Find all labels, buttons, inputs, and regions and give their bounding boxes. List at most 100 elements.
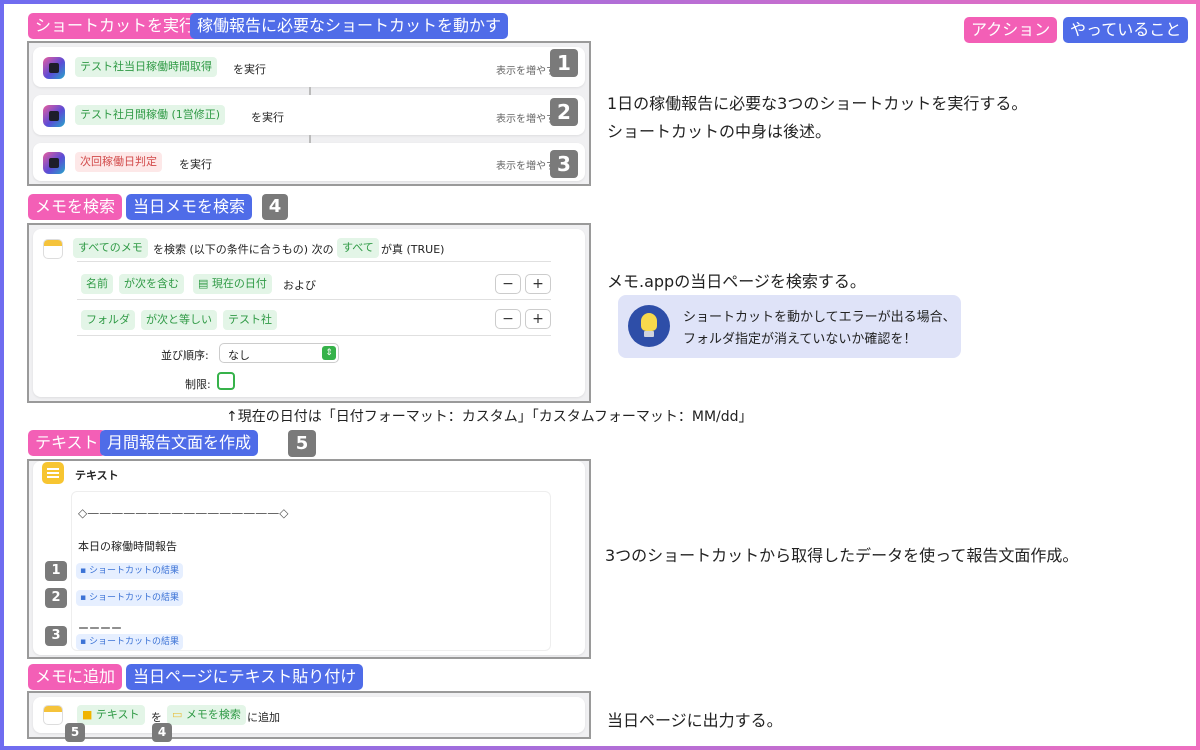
limit-toggle[interactable]: [217, 372, 235, 390]
text-action[interactable]: テキスト ◇————————————————◇ 本日の稼働時間報告 ▪ ショート…: [33, 461, 585, 655]
append-note-panel: ■ テキスト を ▭ メモを検索 に追加: [27, 691, 591, 739]
current-date-label: 現在の日付: [211, 277, 267, 290]
shortcut-result-token[interactable]: ▪ ショートカットの結果: [76, 590, 183, 606]
section1-title: 稼働報告に必要なショートカットを動かす: [190, 13, 509, 39]
token-number-4: 4: [152, 723, 172, 742]
run-shortcuts-panel: テスト社当日稼働時間取得 を実行 表示を増やす テスト社月間稼働 (1営修正) …: [27, 41, 591, 186]
sort-order-label: 並び順序:: [161, 349, 209, 362]
remove-condition-button[interactable]: −: [495, 274, 521, 294]
run-shortcut-action-1[interactable]: テスト社当日稼働時間取得 を実行 表示を増やす: [33, 47, 585, 87]
chevron-updown-icon: ⇕: [322, 346, 336, 360]
section2-action-tag: メモを検索: [28, 194, 123, 220]
run-label: を実行: [233, 63, 266, 76]
shortcut-name-chip[interactable]: テスト社当日稼働時間取得: [75, 57, 217, 77]
section1-action-tag: ショートカットを実行: [28, 13, 203, 39]
section4-description: 当日ページに出力する。: [607, 711, 783, 730]
notes-small-icon: ▭: [172, 708, 186, 721]
section3-action-tag: テキスト: [28, 430, 106, 456]
condition-folder-chip[interactable]: フォルダ: [81, 310, 135, 330]
all-notes-chip[interactable]: すべてのメモ: [73, 238, 148, 258]
shortcut-result-token[interactable]: ▪ ショートカットの結果: [76, 563, 183, 579]
text-action-header: テキスト: [75, 469, 119, 482]
section1-description-2: ショートカットの中身は後述。: [607, 122, 832, 141]
text-app-icon: [42, 462, 64, 484]
sort-order-value: なし: [228, 349, 250, 362]
add-condition-button[interactable]: +: [525, 309, 551, 329]
add-condition-button[interactable]: +: [525, 274, 551, 294]
separator-line-text: ◇————————————————◇: [78, 506, 289, 520]
shortcuts-small-icon: ▪: [80, 566, 89, 576]
divider: [77, 299, 551, 300]
shortcut-name-chip[interactable]: 次回稼働日判定: [75, 152, 162, 172]
section3-description: 3つのショートカットから取得したデータを使って報告文面作成。: [605, 546, 1079, 565]
remove-condition-button[interactable]: −: [495, 309, 521, 329]
find-notes-variable-chip[interactable]: ▭ メモを検索: [167, 705, 246, 725]
shortcut-result-label: ショートカットの結果: [88, 593, 179, 603]
token-number-2: 2: [45, 588, 67, 608]
section4-action-tag: メモに追加: [28, 664, 123, 690]
tip-line-1: ショートカットを動かしてエラーが出る場合、: [683, 310, 956, 325]
run-label: を実行: [251, 111, 284, 124]
lightbulb-icon: [628, 305, 670, 347]
legend-doing: やっていること: [1063, 17, 1189, 43]
current-date-chip[interactable]: ▤ 現在の日付: [193, 274, 272, 294]
divider: [77, 335, 551, 336]
shortcuts-app-icon: [43, 57, 65, 79]
step-number-5: 5: [288, 430, 316, 457]
show-more-link[interactable]: 表示を増やす: [496, 157, 556, 172]
shortcuts-app-icon: [43, 152, 65, 174]
shortcut-result-token[interactable]: ▪ ショートカットの結果: [76, 634, 183, 650]
notes-app-icon: [43, 239, 63, 259]
shortcut-result-label: ショートカットの結果: [88, 566, 179, 576]
tip-line-2: フォルダ指定が消えていないか確認を！: [683, 332, 917, 347]
shortcuts-small-icon: ▪: [80, 637, 89, 647]
and-text: および: [283, 279, 316, 292]
condition-operator-chip[interactable]: が次を含む: [119, 274, 184, 294]
run-label: を実行: [179, 158, 212, 171]
text-variable-chip[interactable]: ■ テキスト: [77, 705, 145, 725]
section3-title: 月間報告文面を作成: [100, 430, 259, 456]
shortcuts-small-icon: ▪: [80, 593, 89, 603]
text-panel: テキスト ◇————————————————◇ 本日の稼働時間報告 ▪ ショート…: [27, 459, 591, 659]
token-number-5: 5: [65, 723, 85, 742]
sort-order-select[interactable]: なし ⇕: [219, 343, 339, 363]
is-true-text: が真 (TRUE): [381, 243, 445, 256]
shortcut-name-chip[interactable]: テスト社月間稼働 (1営修正): [75, 105, 226, 125]
append-text: に追加: [247, 711, 280, 724]
report-heading: 本日の稼働時間報告: [78, 540, 177, 553]
token-number-1: 1: [45, 561, 67, 581]
shortcuts-app-icon: [43, 105, 65, 127]
find-notes-action[interactable]: すべてのメモ を検索 (以下の条件に合うもの) 次の すべて が真 (TRUE)…: [33, 229, 585, 397]
text-small-icon: ■: [82, 708, 96, 721]
step-number-3: 3: [550, 150, 578, 178]
divider: [77, 261, 551, 262]
notes-app-icon: [43, 705, 63, 725]
append-to-note-action[interactable]: ■ テキスト を ▭ メモを検索 に追加: [33, 697, 585, 733]
section2-title: 当日メモを検索: [126, 194, 253, 220]
date-format-note: ↑現在の日付は「日付フォーマット：カスタム」「カスタムフォーマット：MM/dd」: [226, 409, 753, 425]
text-variable-label: テキスト: [95, 708, 140, 721]
calendar-icon: ▤: [198, 277, 212, 290]
search-condition-text: を検索 (以下の条件に合うもの) 次の: [153, 243, 334, 256]
all-chip[interactable]: すべて: [337, 238, 379, 258]
step-number-4: 4: [262, 194, 288, 220]
condition-operator-chip[interactable]: が次と等しい: [141, 310, 217, 330]
tip-box: ショートカットを動かしてエラーが出る場合、 フォルダ指定が消えていないか確認を！: [618, 295, 961, 358]
step-number-2: 2: [550, 98, 578, 126]
section4-title: 当日ページにテキスト貼り付け: [126, 664, 364, 690]
text-editor-area[interactable]: ◇————————————————◇ 本日の稼働時間報告 ▪ ショートカットの結…: [71, 491, 551, 651]
step-number-1: 1: [550, 49, 578, 77]
show-more-link[interactable]: 表示を増やす: [496, 110, 556, 125]
run-shortcut-action-2[interactable]: テスト社月間稼働 (1営修正) を実行 表示を増やす: [33, 95, 585, 135]
section2-description: メモ.appの当日ページを検索する。: [607, 272, 866, 291]
section1-description-1: 1日の稼働報告に必要な3つのショートカットを実行する。: [607, 94, 1028, 113]
show-more-link[interactable]: 表示を増やす: [496, 62, 556, 77]
limit-label: 制限:: [185, 378, 211, 391]
condition-name-chip[interactable]: 名前: [81, 274, 113, 294]
run-shortcut-action-3[interactable]: 次回稼働日判定 を実行 表示を増やす: [33, 143, 585, 181]
find-notes-variable-label: メモを検索: [185, 708, 241, 721]
token-number-3: 3: [45, 626, 67, 646]
folder-value-chip[interactable]: テスト社: [223, 310, 277, 330]
shortcut-result-label: ショートカットの結果: [88, 637, 179, 647]
find-notes-panel: すべてのメモ を検索 (以下の条件に合うもの) 次の すべて が真 (TRUE)…: [27, 223, 591, 403]
